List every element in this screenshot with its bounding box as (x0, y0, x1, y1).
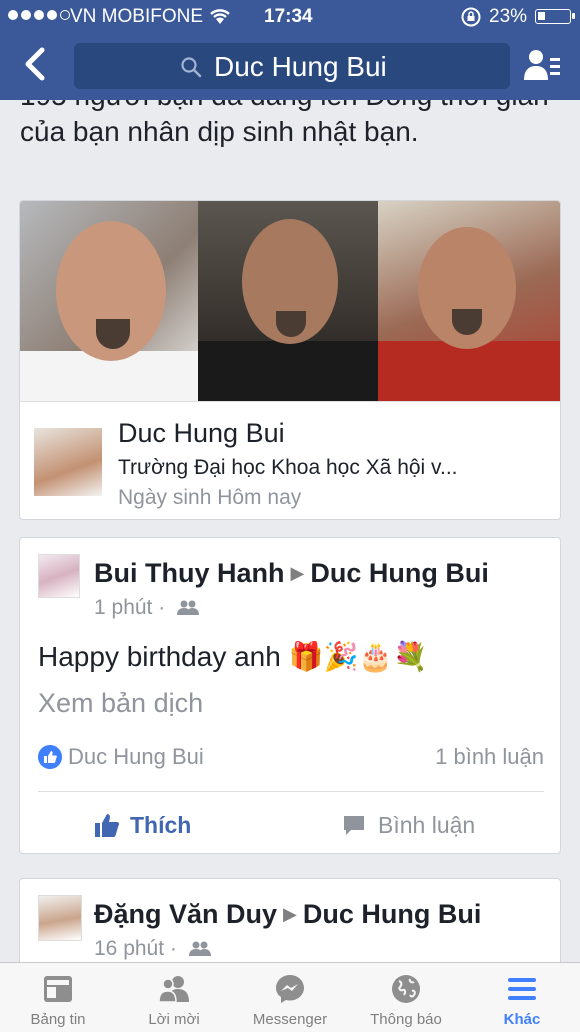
friends-audience-icon (177, 600, 200, 615)
birthday-card[interactable]: Duc Hung Bui Trường Đại học Khoa học Xã … (19, 200, 561, 520)
notifications-globe-icon (392, 975, 420, 1003)
battery-percent: 23% (489, 6, 528, 27)
profile-summary[interactable]: Duc Hung Bui Trường Đại học Khoa học Xã … (20, 401, 560, 519)
thumbs-up-icon (95, 814, 119, 837)
back-arrow-icon[interactable] (18, 44, 52, 84)
rotation-lock-icon (461, 7, 481, 27)
friends-audience-icon (188, 941, 211, 956)
profile-school: Trường Đại học Khoa học Xã hội v... (118, 456, 458, 479)
top-header: VN MOBIFONE 17:34 23% Duc Hung Bui (0, 0, 580, 100)
like-reaction-icon (38, 745, 62, 769)
wall-post: Đặng Văn Duy ▶ Duc Hung Bui 16 phút · (19, 878, 561, 962)
wall-post: Bui Thuy Hanh ▶ Duc Hung Bui 1 phút · Happ… (19, 537, 561, 854)
profile-photo[interactable] (198, 201, 378, 401)
avatar[interactable] (38, 554, 80, 598)
tab-label: Khác (503, 1011, 541, 1028)
wifi-icon (210, 9, 230, 24)
post-target[interactable]: Duc Hung Bui (303, 899, 481, 929)
like-button[interactable]: Thích (94, 808, 191, 842)
arrow-right-icon: ▶ (290, 563, 305, 583)
carrier-name: VN MOBIFONE (70, 6, 204, 27)
comment-count[interactable]: 1 bình luận (435, 744, 544, 770)
tab-label: Lời mời (148, 1011, 200, 1028)
tab-label: Thông báo (370, 1011, 442, 1028)
post-author[interactable]: Đặng Văn Duy (94, 899, 277, 929)
battery-icon (535, 9, 575, 24)
post-meta: 16 phút · (94, 937, 211, 961)
tab-news-feed[interactable]: Bảng tin (0, 963, 116, 1032)
birthday-summary-text: 195 người bạn đã đăng lên Dòng thời gian… (20, 100, 549, 147)
search-query: Duc Hung Bui (214, 51, 387, 82)
news-feed[interactable]: 195 người bạn đã đăng lên Dòng thời gian… (0, 100, 580, 962)
tab-more[interactable]: Khác (464, 963, 580, 1032)
post-time[interactable]: 1 phút (94, 596, 152, 619)
likers-name[interactable]: Duc Hung Bui (68, 744, 204, 770)
profile-photo[interactable] (20, 201, 198, 401)
post-header: Đặng Văn Duy ▶ Duc Hung Bui (94, 899, 481, 930)
post-author[interactable]: Bui Thuy Hanh (94, 558, 285, 588)
post-body: Happy birthday anh 🎁🎉🎂💐 (38, 641, 429, 672)
birthday-label: Ngày sinh Hôm nay (118, 486, 302, 509)
post-target[interactable]: Duc Hung Bui (310, 558, 488, 588)
post-meta: 1 phút · (94, 596, 200, 620)
status-bar: VN MOBIFONE 17:34 23% (0, 0, 580, 32)
avatar[interactable] (38, 895, 82, 941)
see-translation-link[interactable]: Xem bản dịch (38, 688, 203, 719)
messenger-icon (276, 975, 304, 1003)
profile-photo-collage[interactable] (20, 201, 560, 401)
search-icon (181, 57, 202, 78)
like-label: Thích (130, 811, 192, 838)
comment-bubble-icon (344, 816, 364, 835)
news-feed-icon (44, 976, 72, 1002)
post-stats: Duc Hung Bui 1 bình luận (38, 742, 544, 776)
comment-label: Bình luận (378, 811, 476, 838)
arrow-right-icon: ▶ (283, 904, 297, 924)
friend-list-icon[interactable] (522, 48, 562, 84)
post-time[interactable]: 16 phút (94, 937, 164, 960)
tab-label: Bảng tin (30, 1011, 86, 1028)
divider (38, 791, 544, 792)
bottom-tab-bar: Bảng tin Lời mời Messenger Thông báo Khá… (0, 962, 580, 1032)
friend-requests-icon (158, 976, 189, 1003)
clock: 17:34 (264, 6, 313, 27)
tab-friend-requests[interactable]: Lời mời (116, 963, 232, 1032)
post-header: Bui Thuy Hanh ▶ Duc Hung Bui (94, 558, 489, 589)
tab-notifications[interactable]: Thông báo (348, 963, 464, 1032)
more-menu-icon (508, 978, 536, 1000)
profile-photo[interactable] (378, 201, 560, 401)
profile-name[interactable]: Duc Hung Bui (118, 418, 285, 449)
search-input[interactable]: Duc Hung Bui (74, 43, 510, 89)
comment-button[interactable]: Bình luận (342, 808, 475, 842)
avatar[interactable] (34, 428, 102, 496)
tab-label: Messenger (252, 1011, 328, 1028)
tab-messenger[interactable]: Messenger (232, 963, 348, 1032)
signal-strength-icon (8, 10, 70, 20)
